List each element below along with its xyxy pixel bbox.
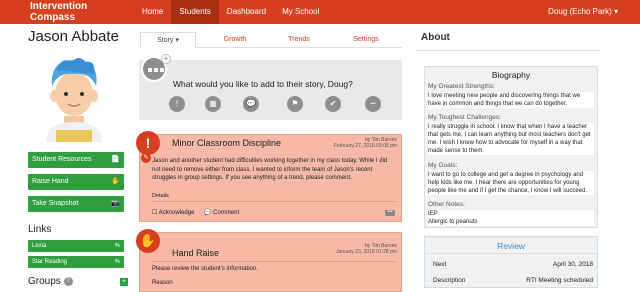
- other-notes-text: IEP Allergic to peanuts: [428, 210, 594, 226]
- more-options-button[interactable]: •••: [385, 210, 395, 216]
- hand-icon: ✋: [111, 178, 120, 185]
- strengths-label: My Greatest Strengths:: [428, 83, 495, 90]
- link-icon: %: [114, 259, 120, 265]
- card-meta: by Tim Barnes January 23, 2018 01:28 pm: [336, 243, 397, 255]
- review-panel: Review Next April 30, 2018 Description R…: [424, 236, 598, 288]
- raise-hand-button[interactable]: Raise Hand ✋: [28, 174, 124, 190]
- student-sidebar: Jason Abbate: [28, 28, 128, 142]
- story-card-discipline: ! ✎ Minor Classroom Discipline by Tim Ba…: [136, 131, 402, 222]
- student-name: Jason Abbate: [28, 28, 119, 45]
- chat-icon[interactable]: 💬: [243, 96, 259, 112]
- acknowledge-checkbox[interactable]: ☐ Acknowledge: [152, 209, 194, 216]
- hand-icon: ✋: [136, 229, 160, 253]
- card-title: Minor Classroom Discipline: [172, 138, 282, 148]
- add-story-prompt: What would you like to add to their stor…: [173, 79, 353, 89]
- camera-icon: 📷: [111, 200, 120, 207]
- review-next-row: Next April 30, 2018: [433, 261, 593, 268]
- review-description-row: Description RTI Meeting scheduled: [433, 277, 593, 284]
- tab-growth[interactable]: Growth: [210, 32, 260, 48]
- alert-icon[interactable]: !: [169, 96, 185, 112]
- check-icon[interactable]: ✔: [325, 96, 341, 112]
- challenges-label: My Toughest Challenges:: [428, 114, 501, 121]
- help-icon[interactable]: ?: [63, 276, 73, 286]
- card-divider: [152, 261, 396, 262]
- take-snapshot-button[interactable]: Take Snapshot 📷: [28, 196, 124, 212]
- story-tabs: Story ▾ Growth Trends Settings: [140, 32, 402, 48]
- goals-label: My Goals:: [428, 162, 458, 169]
- biography-panel: Biography My Greatest Strengths: I love …: [424, 66, 598, 228]
- card-body: Jason and another student had difficulti…: [152, 158, 388, 181]
- nav-dashboard[interactable]: Dashboard: [219, 0, 274, 24]
- calendar-icon[interactable]: ▦: [205, 96, 221, 112]
- plus-icon[interactable]: +: [161, 54, 171, 64]
- tab-story[interactable]: Story ▾: [140, 32, 196, 48]
- top-navbar: Intervention Compass Home Students Dashb…: [0, 0, 640, 24]
- student-avatar: [46, 58, 102, 142]
- story-card-hand-raise: ✋ Hand Raise by Tim Barnes January 23, 2…: [136, 229, 402, 292]
- tab-trends[interactable]: Trends: [274, 32, 324, 48]
- link-lexia[interactable]: Lexia %: [28, 240, 124, 252]
- card-divider: [152, 201, 396, 202]
- comment-button[interactable]: 💬 Comment: [204, 209, 239, 216]
- strengths-text: I love meeting new people and discoverin…: [428, 92, 594, 108]
- review-heading: Review: [497, 241, 525, 251]
- alert-icon: !: [136, 131, 160, 155]
- tab-settings[interactable]: Settings: [340, 32, 392, 48]
- flag-icon[interactable]: ⚑: [287, 96, 303, 112]
- card-title: Hand Raise: [172, 248, 220, 258]
- review-divider: [425, 253, 597, 254]
- links-heading: Links: [28, 224, 52, 235]
- biography-heading: Biography: [491, 70, 531, 80]
- student-resources-button[interactable]: Student Resources 📄: [28, 152, 124, 168]
- reason-label: Reason: [152, 280, 173, 286]
- about-heading: About: [421, 32, 450, 43]
- link-star-reading[interactable]: Star Reading %: [28, 256, 124, 268]
- add-group-button[interactable]: +: [120, 278, 128, 286]
- add-story-panel: + What would you like to add to their st…: [139, 54, 402, 120]
- document-icon: 📄: [111, 156, 120, 163]
- user-menu[interactable]: Doug (Echo Park) ▾: [548, 0, 618, 24]
- link-icon: %: [114, 243, 120, 249]
- edit-icon[interactable]: ✎: [141, 153, 151, 163]
- groups-heading: Groups ?: [28, 276, 73, 287]
- nav-my-school[interactable]: My School: [274, 0, 327, 24]
- other-notes-label: Other Notes:: [428, 201, 465, 208]
- brand-title[interactable]: Intervention Compass: [30, 1, 134, 23]
- about-divider: [416, 50, 600, 51]
- details-link[interactable]: Details: [152, 193, 169, 199]
- card-body: Please review the student's information.: [152, 266, 258, 272]
- goals-text: I want to go to college and get a degree…: [428, 171, 594, 195]
- nav-students[interactable]: Students: [171, 0, 219, 24]
- more-icon[interactable]: •••: [365, 96, 381, 112]
- card-meta: by Tim Barnes February 27, 2018 03:05 pm: [333, 137, 397, 149]
- nav-home[interactable]: Home: [134, 0, 171, 24]
- challenges-text: I really struggle in school. I know that…: [428, 123, 594, 155]
